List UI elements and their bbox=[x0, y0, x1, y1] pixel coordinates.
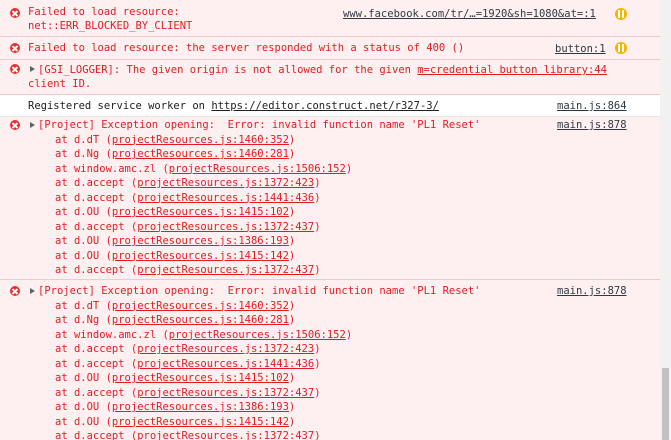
stack-frame: at d.dT (projectResources.js:1460:352) bbox=[55, 133, 296, 146]
stack-frame-function: at d.dT ( bbox=[55, 299, 112, 312]
expand-triangle-icon[interactable] bbox=[30, 122, 35, 128]
stack-frame-link[interactable]: projectResources.js:1372:437 bbox=[137, 221, 314, 233]
stack-frame: at d.Ng (projectResources.js:1460:281) bbox=[55, 314, 296, 326]
stack-frame-function: at window.amc.zl ( bbox=[55, 328, 169, 341]
error-text-line: Failed to load resource: the server resp… bbox=[28, 42, 465, 54]
error-text-line: net::ERR_BLOCKED_BY_CLIENT bbox=[28, 20, 193, 32]
stack-frame-function: at d.OU ( bbox=[55, 415, 112, 428]
error-message-text: [GSI_LOGGER]: The given origin is not al… bbox=[38, 64, 418, 76]
stack-frame-link[interactable]: projectResources.js:1441:436 bbox=[137, 192, 314, 204]
stack-frame-function: at d.accept ( bbox=[55, 220, 138, 233]
stack-frame-link[interactable]: projectResources.js:1415:102 bbox=[112, 206, 289, 218]
source-link[interactable]: m=credential button library:44 bbox=[417, 64, 607, 76]
stack-frame-function: at d.accept ( bbox=[55, 430, 138, 440]
stack-frame: at d.dT (projectResources.js:1460:352) bbox=[55, 299, 296, 312]
stack-frame: at window.amc.zl (projectResources.js:15… bbox=[55, 162, 353, 175]
console-error-message[interactable]: Failed to load resource: the server resp… bbox=[0, 37, 660, 60]
stack-frame: at d.accept (projectResources.js:1372:42… bbox=[55, 177, 321, 189]
console-log-message[interactable]: Registered service worker on https://edi… bbox=[0, 95, 660, 117]
stack-frame-link[interactable]: projectResources.js:1506:152 bbox=[169, 329, 346, 341]
stack-frame-link[interactable]: projectResources.js:1460:352 bbox=[112, 300, 289, 312]
error-circle-icon bbox=[10, 43, 20, 53]
stack-frame: at window.amc.zl (projectResources.js:15… bbox=[55, 328, 353, 341]
error-text-line: Failed to load resource: bbox=[28, 6, 180, 18]
stack-frame: at d.accept (projectResources.js:1372:43… bbox=[55, 264, 321, 276]
stack-frame-function: at window.amc.zl ( bbox=[55, 162, 169, 175]
expand-triangle-icon[interactable] bbox=[30, 288, 35, 294]
stack-frame-function: at d.OU ( bbox=[55, 235, 112, 247]
error-circle-icon bbox=[10, 64, 20, 74]
source-link[interactable]: button:1 bbox=[555, 42, 606, 57]
stack-frame: at d.Ng (projectResources.js:1460:281) bbox=[55, 148, 296, 160]
log-text-line: Registered service worker on https://edi… bbox=[28, 99, 439, 114]
stack-frame-function: at d.dT ( bbox=[55, 133, 112, 146]
error-text-line: client ID. bbox=[28, 78, 92, 90]
network-request-icon[interactable] bbox=[615, 42, 627, 54]
error-circle-icon bbox=[10, 286, 20, 296]
stack-frame-function: at d.accept ( bbox=[55, 357, 138, 370]
stack-frame: at d.accept (projectResources.js:1441:43… bbox=[55, 191, 321, 204]
stack-frame-link[interactable]: projectResources.js:1372:437 bbox=[137, 387, 314, 399]
stack-frame-function: at d.accept ( bbox=[55, 343, 138, 355]
stack-frame-function: at d.Ng ( bbox=[55, 148, 112, 160]
stack-frame: at d.OU (projectResources.js:1415:102) bbox=[55, 206, 296, 218]
stack-frame-function: at d.OU ( bbox=[55, 372, 112, 384]
network-request-icon[interactable] bbox=[615, 8, 627, 20]
source-link[interactable]: main.js:864 bbox=[557, 99, 627, 114]
stack-frame-link[interactable]: projectResources.js:1372:437 bbox=[137, 430, 314, 440]
stack-frame-link[interactable]: projectResources.js:1386:193 bbox=[112, 235, 289, 247]
stack-frame-function: at d.OU ( bbox=[55, 206, 112, 218]
stack-frame: at d.accept (projectResources.js:1372:42… bbox=[55, 343, 321, 355]
error-circle-icon bbox=[10, 120, 20, 130]
error-summary: [Project] Exception opening: Error: inva… bbox=[38, 285, 481, 297]
stack-frame-link[interactable]: projectResources.js:1441:436 bbox=[137, 358, 314, 370]
source-link[interactable]: www.facebook.com/tr/…=1920&sh=1080&at=:1 bbox=[343, 7, 596, 22]
stack-frame-link[interactable]: projectResources.js:1506:152 bbox=[169, 163, 346, 175]
service-worker-url-link[interactable]: https://editor.construct.net/r327-3/ bbox=[211, 100, 439, 112]
stack-frame-link[interactable]: projectResources.js:1415:142 bbox=[112, 250, 289, 262]
stack-frame-function: at d.OU ( bbox=[55, 401, 112, 413]
stack-frame-function: at d.accept ( bbox=[55, 191, 138, 204]
stack-frame-function: at d.accept ( bbox=[55, 386, 138, 399]
stack-frame-link[interactable]: projectResources.js:1460:281 bbox=[112, 148, 289, 160]
stack-frame: at d.accept (projectResources.js:1372:43… bbox=[55, 386, 321, 399]
stack-frame: at d.OU (projectResources.js:1386:193) bbox=[55, 235, 296, 247]
console-scrollbar[interactable] bbox=[660, 0, 671, 440]
error-circle-icon bbox=[10, 8, 20, 18]
console-panel: Failed to load resource: net::ERR_BLOCKE… bbox=[0, 0, 660, 440]
stack-frame-link[interactable]: projectResources.js:1415:142 bbox=[112, 416, 289, 428]
stack-frame-link[interactable]: projectResources.js:1372:423 bbox=[137, 177, 314, 189]
stack-frame: at d.accept (projectResources.js:1372:43… bbox=[55, 430, 321, 440]
console-error-message[interactable]: [Project] Exception opening: Error: inva… bbox=[0, 117, 660, 280]
source-link[interactable]: main.js:878 bbox=[557, 284, 627, 299]
console-error-message[interactable]: Failed to load resource: net::ERR_BLOCKE… bbox=[0, 0, 660, 37]
stack-frame-link[interactable]: projectResources.js:1372:437 bbox=[137, 264, 314, 276]
expand-triangle-icon[interactable] bbox=[30, 66, 35, 72]
stack-frame: at d.OU (projectResources.js:1415:142) bbox=[55, 415, 296, 428]
stack-frame-function: at d.OU ( bbox=[55, 249, 112, 262]
log-message-text: Registered service worker on bbox=[28, 100, 212, 112]
stack-frame: at d.OU (projectResources.js:1415:102) bbox=[55, 372, 296, 384]
stack-frame-function: at d.accept ( bbox=[55, 177, 138, 189]
error-text-line: [GSI_LOGGER]: The given origin is not al… bbox=[38, 63, 607, 78]
stack-frame-link[interactable]: projectResources.js:1415:102 bbox=[112, 372, 289, 384]
console-error-message[interactable]: [Project] Exception opening: Error: inva… bbox=[0, 280, 660, 440]
stack-frame-link[interactable]: projectResources.js:1460:281 bbox=[112, 314, 289, 326]
console-error-message[interactable]: [GSI_LOGGER]: The given origin is not al… bbox=[0, 60, 660, 95]
stack-frame-function: at d.accept ( bbox=[55, 264, 138, 276]
error-summary: [Project] Exception opening: Error: inva… bbox=[38, 119, 481, 131]
stack-frame-link[interactable]: projectResources.js:1372:423 bbox=[137, 343, 314, 355]
stack-frame: at d.OU (projectResources.js:1386:193) bbox=[55, 401, 296, 413]
stack-frame-link[interactable]: projectResources.js:1386:193 bbox=[112, 401, 289, 413]
source-link[interactable]: main.js:878 bbox=[557, 118, 627, 133]
stack-frame-function: at d.Ng ( bbox=[55, 314, 112, 326]
stack-frame: at d.accept (projectResources.js:1372:43… bbox=[55, 220, 321, 233]
stack-frame-link[interactable]: projectResources.js:1460:352 bbox=[112, 134, 289, 146]
stack-frame: at d.accept (projectResources.js:1441:43… bbox=[55, 357, 321, 370]
stack-frame: at d.OU (projectResources.js:1415:142) bbox=[55, 249, 296, 262]
scrollbar-thumb[interactable] bbox=[662, 368, 669, 440]
